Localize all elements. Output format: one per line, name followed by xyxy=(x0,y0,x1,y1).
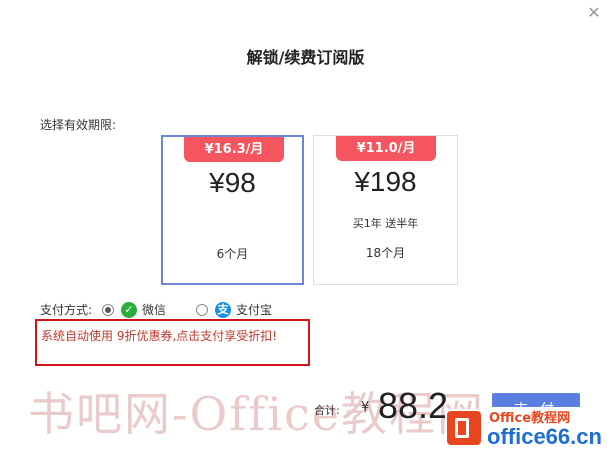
plan-section-label: 选择有效期限: xyxy=(40,118,117,132)
plan-price: ¥98 xyxy=(209,167,256,198)
alipay-label: 支付宝 xyxy=(236,303,273,317)
brand-text: Office教程网 office66.cn xyxy=(487,407,602,448)
alipay-icon: 支 xyxy=(215,301,232,318)
wechat-label: 微信 xyxy=(142,303,167,317)
plan-duration: 18个月 xyxy=(365,246,406,260)
plan-monthly-price-badge: ¥11.0/月 xyxy=(336,136,436,161)
close-icon[interactable]: ✕ xyxy=(585,4,603,22)
alipay-radio[interactable] xyxy=(196,303,209,316)
total-label: 合计: xyxy=(314,404,340,417)
payment-option-alipay[interactable]: 支 支付宝 xyxy=(196,301,272,318)
wechat-radio[interactable] xyxy=(102,303,114,316)
plan-card-6-months[interactable]: ¥16.3/月 ¥98 6个月 xyxy=(161,135,304,285)
payment-method-row: 支付方式: ✓ 微信 支 支付宝 xyxy=(40,301,302,318)
coupon-notice-text: 系统自动使用 9折优惠券,点击支付享受折扣! xyxy=(41,329,278,343)
plan-duration: 6个月 xyxy=(216,247,249,261)
dialog-title: 解锁/续费订阅版 xyxy=(246,48,365,67)
total-currency: ¥ xyxy=(361,400,370,415)
plan-card-18-months[interactable]: ¥11.0/月 ¥198 买1年 送半年 18个月 xyxy=(313,135,458,285)
payment-option-wechat[interactable]: ✓ 微信 xyxy=(102,301,166,318)
plan-monthly-price-badge: ¥16.3/月 xyxy=(184,137,284,162)
plan-price: ¥198 xyxy=(354,166,417,197)
subscription-dialog: ✕ 解锁/续费订阅版 选择有效期限: ¥16.3/月 ¥98 6个月 ¥11.0… xyxy=(0,0,611,452)
wechat-icon: ✓ xyxy=(121,301,137,318)
brand-logo: Office教程网 office66.cn xyxy=(447,403,611,452)
payment-method-label: 支付方式: xyxy=(40,303,93,317)
coupon-notice-highlight: 系统自动使用 9折优惠券,点击支付享受折扣! xyxy=(35,319,310,366)
plan-bonus: 买1年 送半年 xyxy=(352,217,419,230)
office-icon xyxy=(447,410,481,445)
brand-main-text: office66.cn xyxy=(487,424,602,449)
total-amount: 88.2 xyxy=(378,385,449,426)
